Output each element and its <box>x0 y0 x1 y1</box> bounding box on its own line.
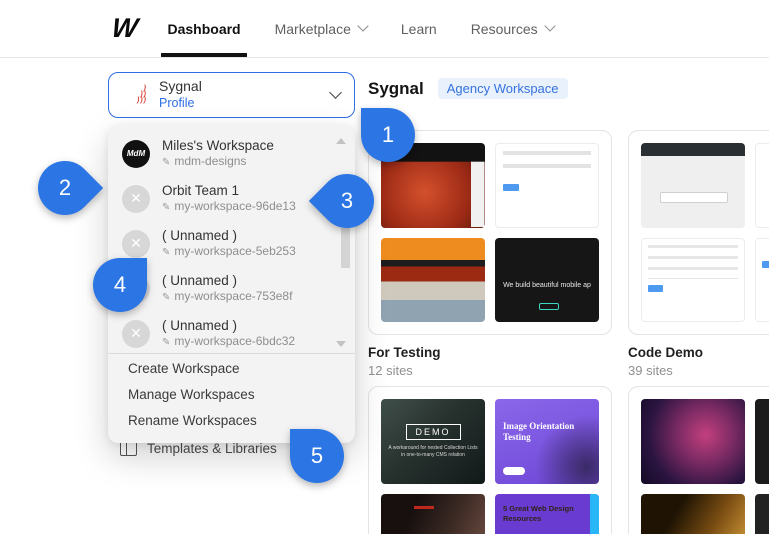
site-thumbnail-fashion-dark[interactable] <box>381 493 485 534</box>
pencil-icon: ✎ <box>162 156 171 168</box>
sidebar-item-templates-libraries[interactable]: Templates & Libraries <box>120 441 277 456</box>
templates-libraries-label: Templates & Libraries <box>147 441 277 456</box>
pencil-icon: ✎ <box>162 291 171 303</box>
page-title: Sygnal <box>368 78 424 98</box>
scroll-up-arrow[interactable] <box>336 138 346 144</box>
workspace-name: Orbit Team 1 <box>162 182 240 198</box>
workspace-header: Sygnal Agency Workspace <box>368 78 568 99</box>
thumbnail-caption: DEMO <box>405 423 461 440</box>
folder-name[interactable]: For Testing <box>368 345 612 360</box>
site-thumbnail-blank[interactable] <box>755 143 769 228</box>
nav-marketplace[interactable]: Marketplace <box>274 0 369 57</box>
workspace-avatar: MdM <box>122 139 150 168</box>
menu-divider <box>108 353 355 354</box>
workspace-slug: ✎ my-workspace-96de13 <box>162 199 296 214</box>
selected-workspace-profile-link[interactable]: Profile <box>159 96 202 112</box>
workspace-slug: ✎ my-workspace-5eb253 <box>162 244 296 259</box>
callout-number: 1 <box>381 122 395 147</box>
site-thumbnail-image-orientation[interactable]: Image Orientation Testing <box>495 399 599 484</box>
thumbnail-caption: Image Orientation Testing <box>503 421 575 443</box>
callout-marker-3: 3 <box>308 162 386 240</box>
thumbnail-caption: We build beautiful mobile ap <box>503 282 591 290</box>
dashboard-screen: W Dashboard Marketplace Learn Resources … <box>0 0 769 534</box>
pencil-icon: ✎ <box>162 246 171 258</box>
callout-marker-5: 5 <box>290 429 344 483</box>
nav-dashboard[interactable]: Dashboard <box>161 0 247 57</box>
folder-name[interactable]: Code Demo <box>628 345 769 360</box>
folder-thumbnails[interactable] <box>628 386 769 534</box>
sygnal-logo-icon: ) )) ))) <box>137 85 147 104</box>
folder-card-for-testing: We build beautiful mobile ap For Testing… <box>368 130 612 378</box>
thumbnail-caption: 5 Great Web Design Resources <box>503 503 574 523</box>
callout-number: 2 <box>58 175 72 200</box>
pencil-icon: ✎ <box>162 336 171 348</box>
site-thumbnail-dark-2[interactable] <box>755 493 769 534</box>
workspace-row-miles[interactable]: MdM Miles's Workspace ✎ mdm-designs <box>108 131 355 176</box>
folder-thumbnails[interactable] <box>628 130 769 335</box>
nav-marketplace-label: Marketplace <box>274 20 351 37</box>
callout-number: 3 <box>340 188 354 213</box>
workspace-switcher-trigger[interactable]: ) )) ))) Sygnal Profile <box>108 72 355 118</box>
folder-card-third: DEMO A workaround for nested Collection … <box>368 386 612 534</box>
site-thumbnail-dark[interactable] <box>755 399 769 484</box>
templates-libraries-icon <box>120 441 137 456</box>
workspace-list: MdM Miles's Workspace ✎ mdm-designs ✕ Or… <box>108 131 355 352</box>
site-thumbnail-car-service[interactable] <box>381 237 485 322</box>
callout-number: 4 <box>113 272 127 297</box>
create-workspace-item[interactable]: Create Workspace <box>108 355 355 381</box>
site-thumbnail-docs-landing[interactable] <box>641 143 745 228</box>
site-thumbnail-demo-waterfall[interactable]: DEMO A workaround for nested Collection … <box>381 399 485 484</box>
scroll-down-arrow[interactable] <box>336 341 346 347</box>
site-thumbnail-form[interactable] <box>641 237 745 322</box>
workspace-slug: ✎ my-workspace-753e8f <box>162 289 293 304</box>
nav-learn[interactable]: Learn <box>401 0 437 57</box>
site-thumbnail-golden[interactable] <box>641 493 745 534</box>
chevron-down-icon <box>329 86 342 99</box>
folder-site-count: 39 sites <box>628 363 673 378</box>
callout-marker-2: 2 <box>26 149 104 227</box>
scrollbar-thumb[interactable] <box>341 228 350 268</box>
nav-resources-label: Resources <box>470 20 538 37</box>
callout-marker-1: 1 <box>361 108 415 162</box>
callout-marker-4: 4 <box>93 258 147 312</box>
folder-site-count: 12 sites <box>368 363 413 378</box>
workspace-name: ( Unnamed ) <box>162 227 238 243</box>
chevron-down-icon <box>357 20 369 32</box>
agency-workspace-badge: Agency Workspace <box>437 78 568 99</box>
workspace-avatar: ✕ <box>122 319 150 348</box>
site-thumbnail-mobile-apps[interactable]: We build beautiful mobile ap <box>495 237 599 322</box>
folder-card-fourth <box>628 386 769 534</box>
workspace-slug: ✎ my-workspace-6bdc32 <box>162 334 296 349</box>
site-thumbnail-web-design-resources[interactable]: 5 Great Web Design Resources <box>495 493 599 534</box>
workspace-name: ( Unnamed ) <box>162 317 238 333</box>
workspace-name: ( Unnamed ) <box>162 272 238 288</box>
folder-card-code-demo: Code Demo 39 sites <box>628 130 769 378</box>
workspace-slug: ✎ mdm-designs <box>162 154 247 169</box>
site-thumbnail-nebula[interactable] <box>641 399 745 484</box>
manage-workspaces-item[interactable]: Manage Workspaces <box>108 381 355 407</box>
site-thumbnail-form-page[interactable] <box>495 143 599 228</box>
workspace-actions: Create Workspace Manage Workspaces Renam… <box>108 355 355 433</box>
folder-thumbnails[interactable]: DEMO A workaround for nested Collection … <box>368 386 612 534</box>
workspace-switcher-text: Sygnal Profile <box>159 78 202 111</box>
thumbnail-subcaption: A workaround for nested Collection Lists… <box>388 444 478 458</box>
workspace-avatar: ✕ <box>122 184 150 213</box>
callout-number: 5 <box>310 443 324 468</box>
site-folder-grid: We build beautiful mobile ap For Testing… <box>368 130 769 534</box>
workspace-avatar: ✕ <box>122 229 150 258</box>
site-thumbnail-button-page[interactable] <box>755 237 769 322</box>
top-navbar: W Dashboard Marketplace Learn Resources <box>0 0 769 58</box>
workspace-row-unnamed-3[interactable]: ✕ ( Unnamed ) ✎ my-workspace-6bdc32 <box>108 311 355 352</box>
pencil-icon: ✎ <box>162 201 171 213</box>
nav-learn-label: Learn <box>400 20 437 37</box>
nav-resources[interactable]: Resources <box>470 0 556 57</box>
nav-dashboard-label: Dashboard <box>167 20 241 37</box>
selected-workspace-name: Sygnal <box>159 78 202 95</box>
chevron-down-icon <box>543 20 556 32</box>
webflow-logo-icon[interactable]: W <box>110 13 138 44</box>
main-nav: Dashboard Marketplace Learn Resources <box>161 0 587 57</box>
workspace-name: Miles's Workspace <box>162 137 274 153</box>
